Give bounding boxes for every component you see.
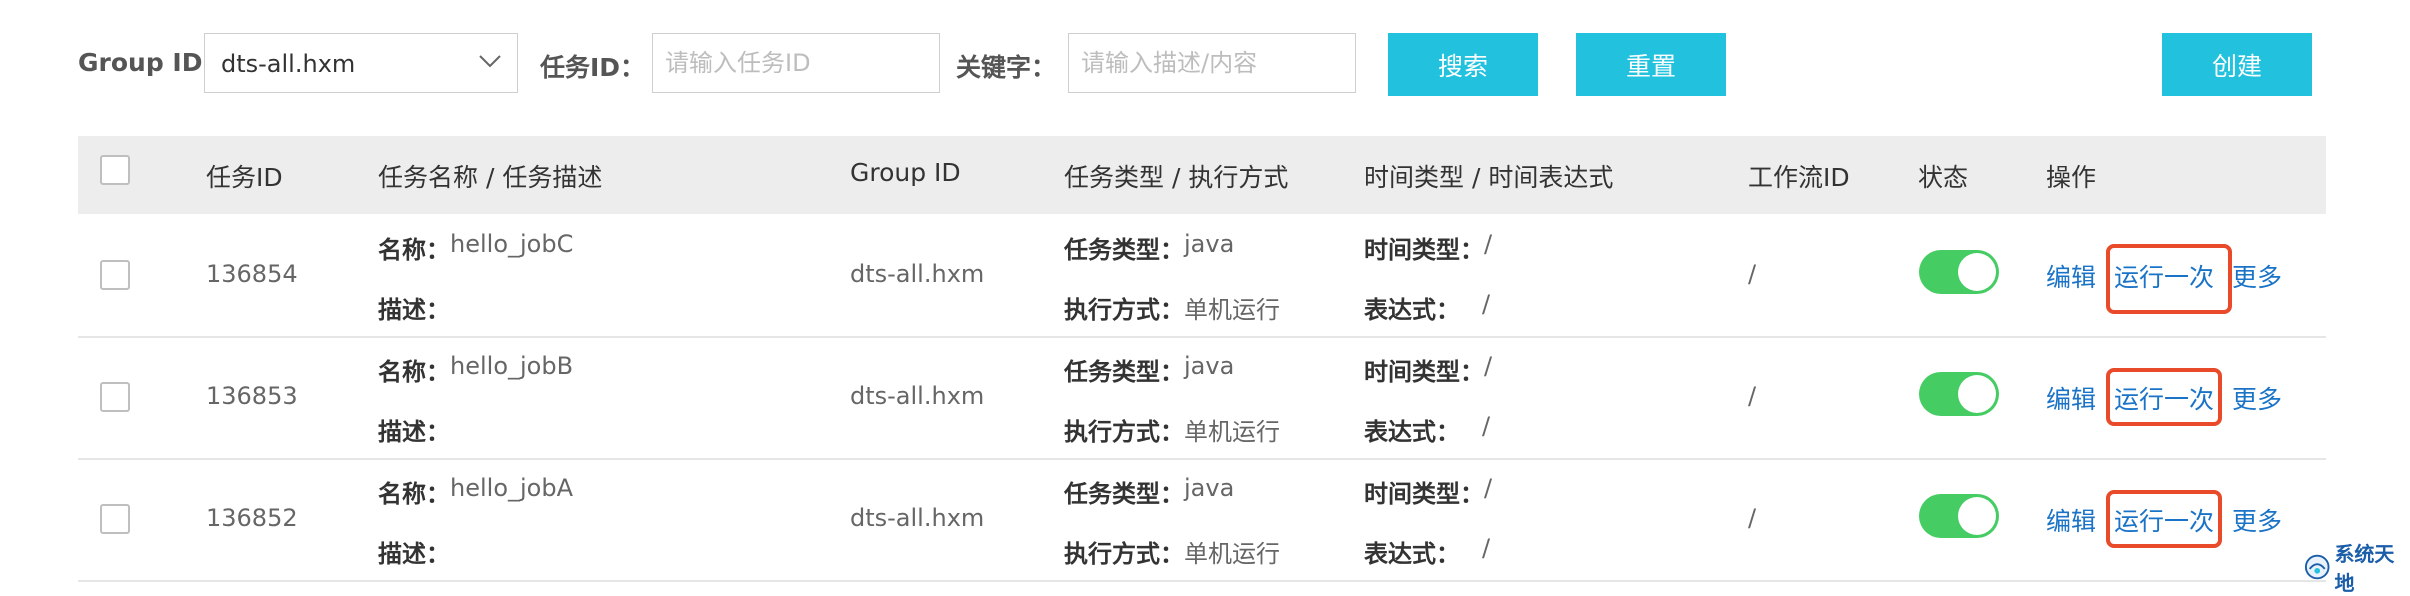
more-link[interactable]: 更多 xyxy=(2232,502,2282,538)
row-checkbox[interactable] xyxy=(100,504,130,534)
workflow-id-cell: / xyxy=(1748,504,1757,532)
task-id-cell: 136854 xyxy=(206,260,298,288)
task-type-value: java xyxy=(1184,352,1235,380)
reset-button[interactable]: 重置 xyxy=(1576,33,1726,96)
task-id-cell: 136852 xyxy=(206,504,298,532)
expr-value: / xyxy=(1482,290,1491,318)
expr-key: 表达式： xyxy=(1364,540,1460,568)
select-all-checkbox[interactable] xyxy=(100,155,130,185)
name-key: 名称： xyxy=(378,480,450,508)
expr-value: / xyxy=(1482,412,1491,440)
group-id-cell: dts-all.hxm xyxy=(850,382,985,410)
task-id-cell: 136853 xyxy=(206,382,298,410)
task-name: hello_jobA xyxy=(450,474,573,502)
keyword-label: 关键字： xyxy=(956,53,1057,82)
name-key: 名称： xyxy=(378,358,450,386)
exec-mode-value: 单机运行 xyxy=(1184,540,1280,568)
time-type-key: 时间类型： xyxy=(1364,236,1484,264)
toggle-knob xyxy=(1958,497,1996,535)
task-name: hello_jobC xyxy=(450,230,574,258)
exec-mode-key: 执行方式： xyxy=(1064,418,1184,446)
status-toggle[interactable] xyxy=(1919,372,1999,416)
group-id-label: Group ID: xyxy=(78,48,213,77)
group-id-select-value: dts-all.hxm xyxy=(221,50,356,78)
header-workflow-id: 工作流ID xyxy=(1748,163,1850,192)
status-toggle[interactable] xyxy=(1919,494,1999,538)
time-type-value: / xyxy=(1484,230,1493,258)
time-type-value: / xyxy=(1484,352,1493,380)
task-type-key: 任务类型： xyxy=(1064,358,1184,386)
group-id-cell: dts-all.hxm xyxy=(850,504,985,532)
watermark-text: 系统天地 xyxy=(2334,542,2395,595)
workflow-id-cell: / xyxy=(1748,382,1757,410)
desc-key: 描述： xyxy=(378,296,450,324)
task-type-value: java xyxy=(1184,230,1235,258)
task-type-value: java xyxy=(1184,474,1235,502)
watermark: 系统天地 xyxy=(2304,542,2410,595)
table-row: 136854 名称： hello_jobC 描述： dts-all.hxm 任务… xyxy=(78,216,2326,338)
exec-mode-value: 单机运行 xyxy=(1184,418,1280,446)
header-group-id: Group ID xyxy=(850,158,961,187)
edit-link[interactable]: 编辑 xyxy=(2046,380,2096,416)
exec-mode-key: 执行方式： xyxy=(1064,296,1184,324)
search-button[interactable]: 搜索 xyxy=(1388,33,1538,96)
table-header: 任务ID 任务名称 / 任务描述 Group ID 任务类型 / 执行方式 时间… xyxy=(78,136,2326,214)
toggle-knob xyxy=(1958,375,1996,413)
exec-mode-value: 单机运行 xyxy=(1184,296,1280,324)
row-checkbox[interactable] xyxy=(100,260,130,290)
workflow-id-cell: / xyxy=(1748,260,1757,288)
expr-value: / xyxy=(1482,534,1491,562)
table-row: 136852 名称： hello_jobA 描述： dts-all.hxm 任务… xyxy=(78,460,2326,582)
edit-link[interactable]: 编辑 xyxy=(2046,502,2096,538)
expr-key: 表达式： xyxy=(1364,296,1460,324)
time-type-value: / xyxy=(1484,474,1493,502)
time-type-key: 时间类型： xyxy=(1364,358,1484,386)
create-button[interactable]: 创建 xyxy=(2162,33,2312,96)
run-once-link[interactable]: 运行一次 xyxy=(2114,502,2214,538)
more-link[interactable]: 更多 xyxy=(2232,380,2282,416)
chevron-down-icon xyxy=(479,55,501,68)
more-link[interactable]: 更多 xyxy=(2232,258,2282,294)
task-id-input[interactable] xyxy=(652,33,940,93)
run-once-link[interactable]: 运行一次 xyxy=(2114,380,2214,416)
status-toggle[interactable] xyxy=(1919,250,1999,294)
name-key: 名称： xyxy=(378,236,450,264)
filter-bar: Group ID: dts-all.hxm 任务ID： 关键字： 搜索 重置 创… xyxy=(0,0,2410,130)
table-row: 136853 名称： hello_jobB 描述： dts-all.hxm 任务… xyxy=(78,338,2326,460)
header-actions: 操作 xyxy=(2046,163,2097,192)
header-type-mode: 任务类型 / 执行方式 xyxy=(1064,163,1289,192)
group-id-cell: dts-all.hxm xyxy=(850,260,985,288)
time-type-key: 时间类型： xyxy=(1364,480,1484,508)
edit-link[interactable]: 编辑 xyxy=(2046,258,2096,294)
desc-key: 描述： xyxy=(378,418,450,446)
group-id-select[interactable]: dts-all.hxm xyxy=(204,33,518,93)
desc-key: 描述： xyxy=(378,540,450,568)
header-status: 状态 xyxy=(1918,163,1969,192)
keyword-input[interactable] xyxy=(1068,33,1356,93)
toggle-knob xyxy=(1958,253,1996,291)
watermark-logo-icon xyxy=(2304,554,2330,580)
run-once-link[interactable]: 运行一次 xyxy=(2114,258,2214,294)
header-task-id: 任务ID xyxy=(206,163,283,192)
task-name: hello_jobB xyxy=(450,352,574,380)
exec-mode-key: 执行方式： xyxy=(1064,540,1184,568)
task-id-label: 任务ID： xyxy=(540,53,646,82)
header-name-desc: 任务名称 / 任务描述 xyxy=(378,163,603,192)
expr-key: 表达式： xyxy=(1364,418,1460,446)
task-type-key: 任务类型： xyxy=(1064,480,1184,508)
header-time-expr: 时间类型 / 时间表达式 xyxy=(1364,163,1614,192)
task-type-key: 任务类型： xyxy=(1064,236,1184,264)
row-checkbox[interactable] xyxy=(100,382,130,412)
